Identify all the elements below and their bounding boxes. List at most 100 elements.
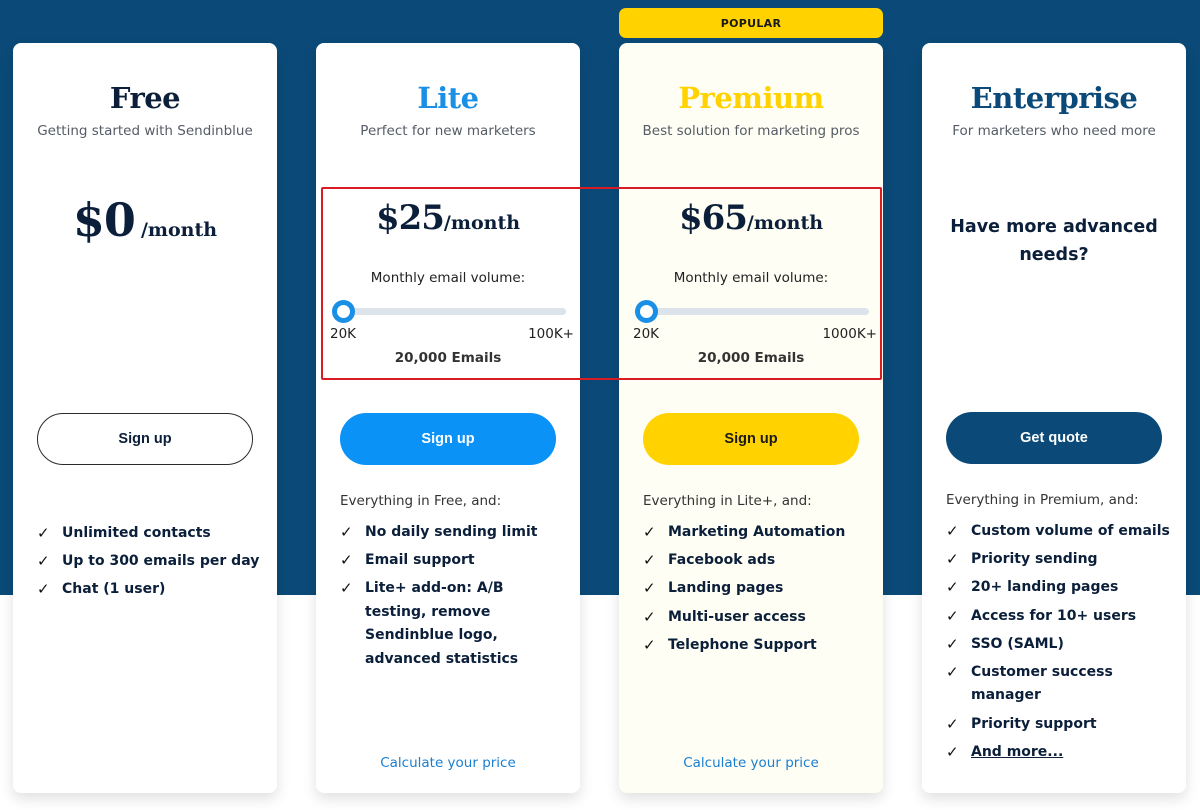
slider-thumb[interactable] — [332, 300, 355, 323]
plan-subtitle: For marketers who need more — [952, 123, 1156, 139]
feature-text: Email support — [365, 552, 475, 569]
feature-item: ✓ Custom volume of emails — [946, 520, 1174, 544]
get-quote-button[interactable]: Get quote — [946, 412, 1162, 464]
feature-text: 20+ landing pages — [971, 579, 1119, 596]
checkmark-icon: ✓ — [340, 551, 353, 570]
price-period: /month — [746, 212, 824, 234]
feature-item: ✓ SSO (SAML) — [946, 633, 1174, 657]
feature-text: Telephone Support — [668, 636, 817, 653]
feature-text: Lite+ add-on: A/B testing, remove Sendin… — [365, 580, 519, 667]
features-intro: Everything in Free, and: — [340, 493, 502, 509]
plan-name: Premium — [678, 81, 824, 115]
features-intro: Everything in Lite+, and: — [643, 493, 812, 509]
feature-item: ✓ Facebook ads — [643, 549, 871, 573]
slider-max-label: 1000K+ — [822, 326, 877, 342]
feature-text: No daily sending limit — [365, 524, 538, 540]
feature-item: ✓ Priority support — [946, 713, 1174, 737]
feature-list: ✓ Marketing Automation ✓ Facebook ads ✓ Lan… — [643, 521, 871, 662]
email-volume-value: 20,000 Emails — [394, 350, 502, 366]
feature-item: ✓ Customer success manager — [946, 661, 1174, 708]
calculate-price-link-lite[interactable]: Calculate your price — [316, 755, 580, 771]
feature-item: ✓ Unlimited contacts — [37, 522, 265, 546]
feature-list: ✓ Custom volume of emails ✓ Priority sendi… — [946, 520, 1174, 769]
feature-text: Landing pages — [668, 580, 784, 597]
advanced-needs-heading: Have more advanced needs? — [950, 217, 1158, 265]
plan-subtitle: Perfect for new marketers — [360, 123, 536, 139]
feature-list: ✓ Unlimited contacts ✓ Up to 300 emails pe… — [37, 522, 265, 607]
plan-name: Free — [109, 81, 181, 115]
checkmark-icon: ✓ — [946, 606, 959, 625]
feature-text: Unlimited contacts — [62, 525, 211, 541]
feature-item: ✓ Email support — [340, 549, 568, 573]
feature-text: Priority sending — [971, 551, 1098, 568]
feature-item: ✓ Chat (1 user) — [37, 578, 265, 602]
plan-price: $65/month — [619, 198, 883, 238]
feature-item: ✓ Landing pages — [643, 577, 871, 601]
plan-price: $25/month — [316, 198, 580, 238]
plan-card-free: Free Getting started with Sendinblue $0/… — [13, 43, 277, 793]
checkmark-icon: ✓ — [37, 552, 50, 571]
feature-text: Priority support — [971, 715, 1097, 732]
checkmark-icon: ✓ — [340, 523, 353, 541]
slider-max-label: 100K+ — [528, 326, 574, 342]
email-volume-label: Monthly email volume: — [673, 270, 829, 286]
checkmark-icon: ✓ — [37, 580, 50, 599]
checkmark-icon: ✓ — [643, 523, 656, 541]
feature-text: SSO (SAML) — [971, 635, 1064, 652]
plan-card-enterprise: Enterprise For marketers who need more H… — [922, 43, 1186, 793]
plan-name: Enterprise — [970, 81, 1138, 115]
email-volume-value: 20,000 Emails — [697, 350, 805, 366]
checkmark-icon: ✓ — [946, 742, 959, 761]
and-more-link[interactable]: And more... — [971, 744, 1063, 760]
feature-item: ✓ Marketing Automation — [643, 521, 871, 545]
sign-up-button-premium[interactable]: Sign up — [643, 413, 859, 465]
price-amount: $0 — [72, 193, 136, 247]
feature-item: ✓ Up to 300 emails per day — [37, 550, 265, 574]
feature-text: Multi-user access — [668, 608, 806, 625]
checkmark-icon: ✓ — [37, 524, 50, 542]
price-period: /month — [443, 212, 521, 234]
feature-item: ✓ Lite+ add-on: A/B testing, remove Sendi… — [340, 577, 568, 671]
price-amount: $25 — [375, 198, 445, 238]
email-volume-slider[interactable] — [635, 300, 869, 323]
slider-track[interactable] — [641, 308, 869, 315]
price-period: /month — [140, 219, 218, 241]
feature-text: Facebook ads — [668, 552, 776, 569]
checkmark-icon: ✓ — [946, 714, 959, 733]
checkmark-icon: ✓ — [340, 579, 353, 598]
popular-badge: POPULAR — [619, 8, 883, 38]
feature-text: Up to 300 emails per day — [62, 553, 260, 570]
feature-item: ✓ Multi-user access — [643, 606, 871, 630]
sign-up-button-free[interactable]: Sign up — [37, 413, 253, 465]
checkmark-icon: ✓ — [946, 578, 959, 597]
price-amount: $65 — [678, 198, 748, 238]
plan-subtitle: Getting started with Sendinblue — [37, 123, 253, 139]
plan-subtitle: Best solution for marketing pros — [642, 123, 860, 139]
feature-text: Customer success manager — [971, 663, 1113, 704]
feature-text: Access for 10+ users — [971, 607, 1137, 624]
slider-min-label: 20K — [330, 326, 357, 342]
email-volume-label: Monthly email volume: — [370, 270, 526, 286]
feature-text: Chat (1 user) — [62, 581, 166, 598]
slider-min-label: 20K — [633, 326, 660, 342]
feature-list: ✓ No daily sending limit ✓ Email support ✓… — [340, 521, 568, 676]
checkmark-icon: ✓ — [643, 635, 656, 654]
slider-track[interactable] — [338, 308, 566, 315]
checkmark-icon: ✓ — [946, 662, 959, 681]
checkmark-icon: ✓ — [946, 550, 959, 569]
slider-thumb[interactable] — [635, 300, 658, 323]
feature-text: Custom volume of emails — [971, 523, 1170, 539]
plan-price: $0/month — [13, 193, 277, 247]
checkmark-icon: ✓ — [946, 522, 959, 540]
feature-item: ✓ Access for 10+ users — [946, 605, 1174, 629]
email-volume-slider[interactable] — [332, 300, 566, 323]
calculate-price-link-premium[interactable]: Calculate your price — [619, 755, 883, 771]
features-intro: Everything in Premium, and: — [946, 492, 1139, 508]
feature-item: ✓ And more... — [946, 741, 1174, 765]
checkmark-icon: ✓ — [946, 634, 959, 653]
feature-item: ✓ Telephone Support — [643, 634, 871, 658]
plan-card-premium: Premium Best solution for marketing pros… — [619, 43, 883, 793]
plan-name: Lite — [417, 81, 479, 115]
feature-item: ✓ No daily sending limit — [340, 521, 568, 545]
sign-up-button-lite[interactable]: Sign up — [340, 413, 556, 465]
